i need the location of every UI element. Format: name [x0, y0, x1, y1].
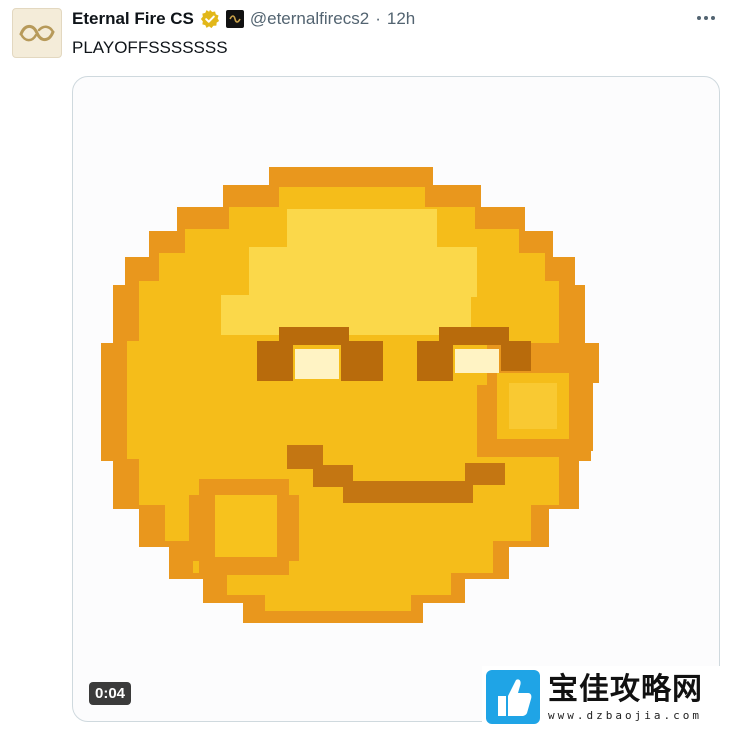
- avatar[interactable]: [12, 8, 62, 58]
- verified-gold-badge-icon[interactable]: [200, 9, 220, 29]
- watermark-title: 宝佳攻略网: [548, 671, 703, 707]
- video-duration-badge: 0:04: [89, 682, 132, 705]
- affiliate-badge-icon[interactable]: [225, 10, 244, 28]
- tweet-text: PLAYOFFSSSSSSS: [72, 38, 228, 57]
- account-name[interactable]: Eternal Fire CS: [72, 9, 194, 29]
- account-handle[interactable]: @eternalfirecs2: [250, 9, 369, 29]
- emoji-smirk-image: [101, 167, 599, 623]
- separator-dot: ·: [375, 9, 381, 28]
- watermark: 宝佳攻略网 www.dzbaojia.com: [482, 666, 720, 728]
- eternal-fire-logo-icon: [19, 24, 55, 42]
- thumbs-up-logo-icon: [486, 670, 540, 724]
- more-options-icon[interactable]: [694, 8, 718, 28]
- timestamp[interactable]: 12h: [387, 9, 415, 29]
- tweet-header: Eternal Fire CS @eternalfirecs2 · 12h: [72, 6, 415, 32]
- watermark-url: www.dzbaojia.com: [548, 708, 702, 722]
- video-player[interactable]: 0:04: [72, 76, 720, 722]
